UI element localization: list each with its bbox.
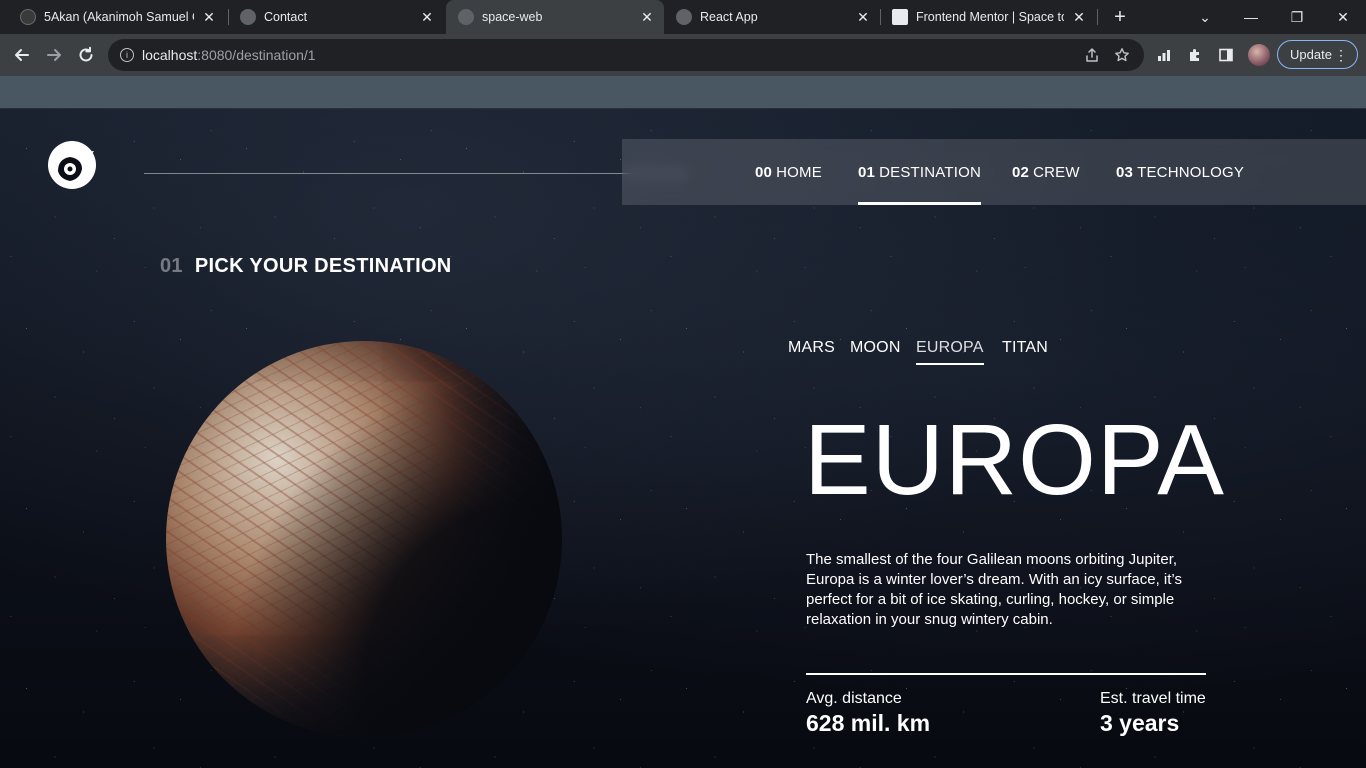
new-tab-button[interactable]: +: [1108, 0, 1132, 34]
bookmarks-bar: [0, 76, 1366, 108]
nav-item-home[interactable]: 00 HOME: [755, 139, 822, 205]
nav-label: TECHNOLOGY: [1137, 163, 1245, 181]
browser-tab-contact[interactable]: Contact ✕: [228, 0, 444, 34]
site-info-icon[interactable]: i: [120, 48, 134, 62]
extensions-puzzle-icon[interactable]: [1185, 45, 1205, 65]
nav-label: HOME: [776, 163, 822, 181]
share-icon[interactable]: [1082, 45, 1102, 65]
heading-text: PICK YOUR DESTINATION: [194, 255, 452, 277]
destination-page: 00 HOME 01 DESTINATION 02 CREW 03 TECHNO…: [0, 109, 1366, 768]
tab-title: space-web: [482, 10, 543, 24]
restore-button[interactable]: ❐: [1274, 0, 1320, 34]
tab-mars[interactable]: MARS: [788, 339, 835, 367]
frontend-mentor-icon: [892, 9, 908, 25]
extension-bars-icon[interactable]: [1154, 45, 1174, 65]
browser-tab-react-app[interactable]: React App ✕: [664, 0, 880, 34]
profile-avatar[interactable]: [1248, 44, 1270, 66]
forward-icon[interactable]: [42, 43, 66, 67]
globe-icon: [458, 9, 474, 25]
tab-title: React App: [700, 10, 758, 24]
heading-number: 01: [160, 255, 183, 277]
close-tab-icon[interactable]: ✕: [420, 9, 434, 26]
tab-moon[interactable]: MOON: [850, 339, 901, 367]
planet-shadow: [166, 341, 562, 737]
tab-titan[interactable]: TITAN: [1002, 339, 1048, 367]
nav-label: CREW: [1033, 163, 1080, 181]
nav-item-destination[interactable]: 01 DESTINATION: [858, 139, 982, 205]
close-tab-icon[interactable]: ✕: [856, 9, 870, 26]
nav-number: 03: [1116, 163, 1134, 181]
nav-number: 00: [755, 163, 773, 181]
nav-label: DESTINATION: [879, 163, 982, 181]
main-nav: 00 HOME 01 DESTINATION 02 CREW 03 TECHNO…: [622, 139, 1366, 205]
globe-icon: [240, 9, 256, 25]
reload-icon[interactable]: [74, 43, 98, 67]
header-divider-line: [144, 173, 688, 174]
back-icon[interactable]: [10, 43, 34, 67]
nav-number: 02: [1012, 163, 1030, 181]
address-host: localhost: [142, 47, 198, 63]
tab-europa[interactable]: EUROPA: [916, 339, 984, 367]
browser-toolbar: i localhost:8080/destination/1 Update ⋮: [0, 34, 1366, 76]
browser-tab-space-web[interactable]: space-web ✕: [446, 0, 664, 34]
travel-time-value: 3 years: [1100, 710, 1180, 736]
travel-time-label: Est. travel time: [1100, 690, 1206, 707]
tab-title: Contact: [264, 10, 308, 24]
browser-tabstrip: 5Akan (Akanimoh Samuel Ob ✕ Contact ✕ sp…: [0, 0, 1366, 34]
close-tab-icon[interactable]: ✕: [640, 9, 654, 26]
tab-title: Frontend Mentor | Space tour: [916, 10, 1064, 24]
logo-icon[interactable]: [48, 141, 96, 189]
nav-item-technology[interactable]: 03 TECHNOLOGY: [1116, 139, 1244, 205]
menu-icon[interactable]: ⋮: [1334, 46, 1348, 64]
distance-label: Avg. distance: [806, 690, 902, 707]
address-path: :8080/destination/1: [197, 47, 316, 63]
minimize-button[interactable]: —: [1228, 0, 1274, 34]
tab-title: 5Akan (Akanimoh Samuel Ob: [44, 10, 194, 24]
tab-search-icon[interactable]: ⌄: [1182, 0, 1228, 34]
destination-name: EUROPA: [804, 404, 1225, 516]
github-icon: [20, 9, 36, 25]
page-heading: 01 PICK YOUR DESTINATION: [160, 255, 452, 278]
close-window-button[interactable]: ✕: [1320, 0, 1366, 34]
planet-image: [166, 341, 562, 737]
update-button[interactable]: Update ⋮: [1277, 40, 1358, 69]
nav-number: 01: [858, 163, 876, 181]
close-tab-icon[interactable]: ✕: [1072, 9, 1086, 26]
distance-value: 628 mil. km: [806, 710, 931, 736]
nav-item-crew[interactable]: 02 CREW: [1012, 139, 1080, 205]
destination-description: The smallest of the four Galilean moons …: [806, 551, 1182, 628]
tab-separator: [1097, 9, 1098, 25]
globe-icon: [676, 9, 692, 25]
bookmark-star-icon[interactable]: [1112, 45, 1132, 65]
side-panel-icon[interactable]: [1216, 45, 1236, 65]
address-bar[interactable]: i localhost:8080/destination/1: [108, 39, 1144, 71]
browser-tab-frontend-mentor[interactable]: Frontend Mentor | Space tour ✕: [880, 0, 1096, 34]
close-tab-icon[interactable]: ✕: [202, 9, 216, 26]
browser-tab-github[interactable]: 5Akan (Akanimoh Samuel Ob ✕: [8, 0, 226, 34]
stats-divider: [806, 673, 1206, 675]
update-label: Update: [1290, 47, 1332, 62]
